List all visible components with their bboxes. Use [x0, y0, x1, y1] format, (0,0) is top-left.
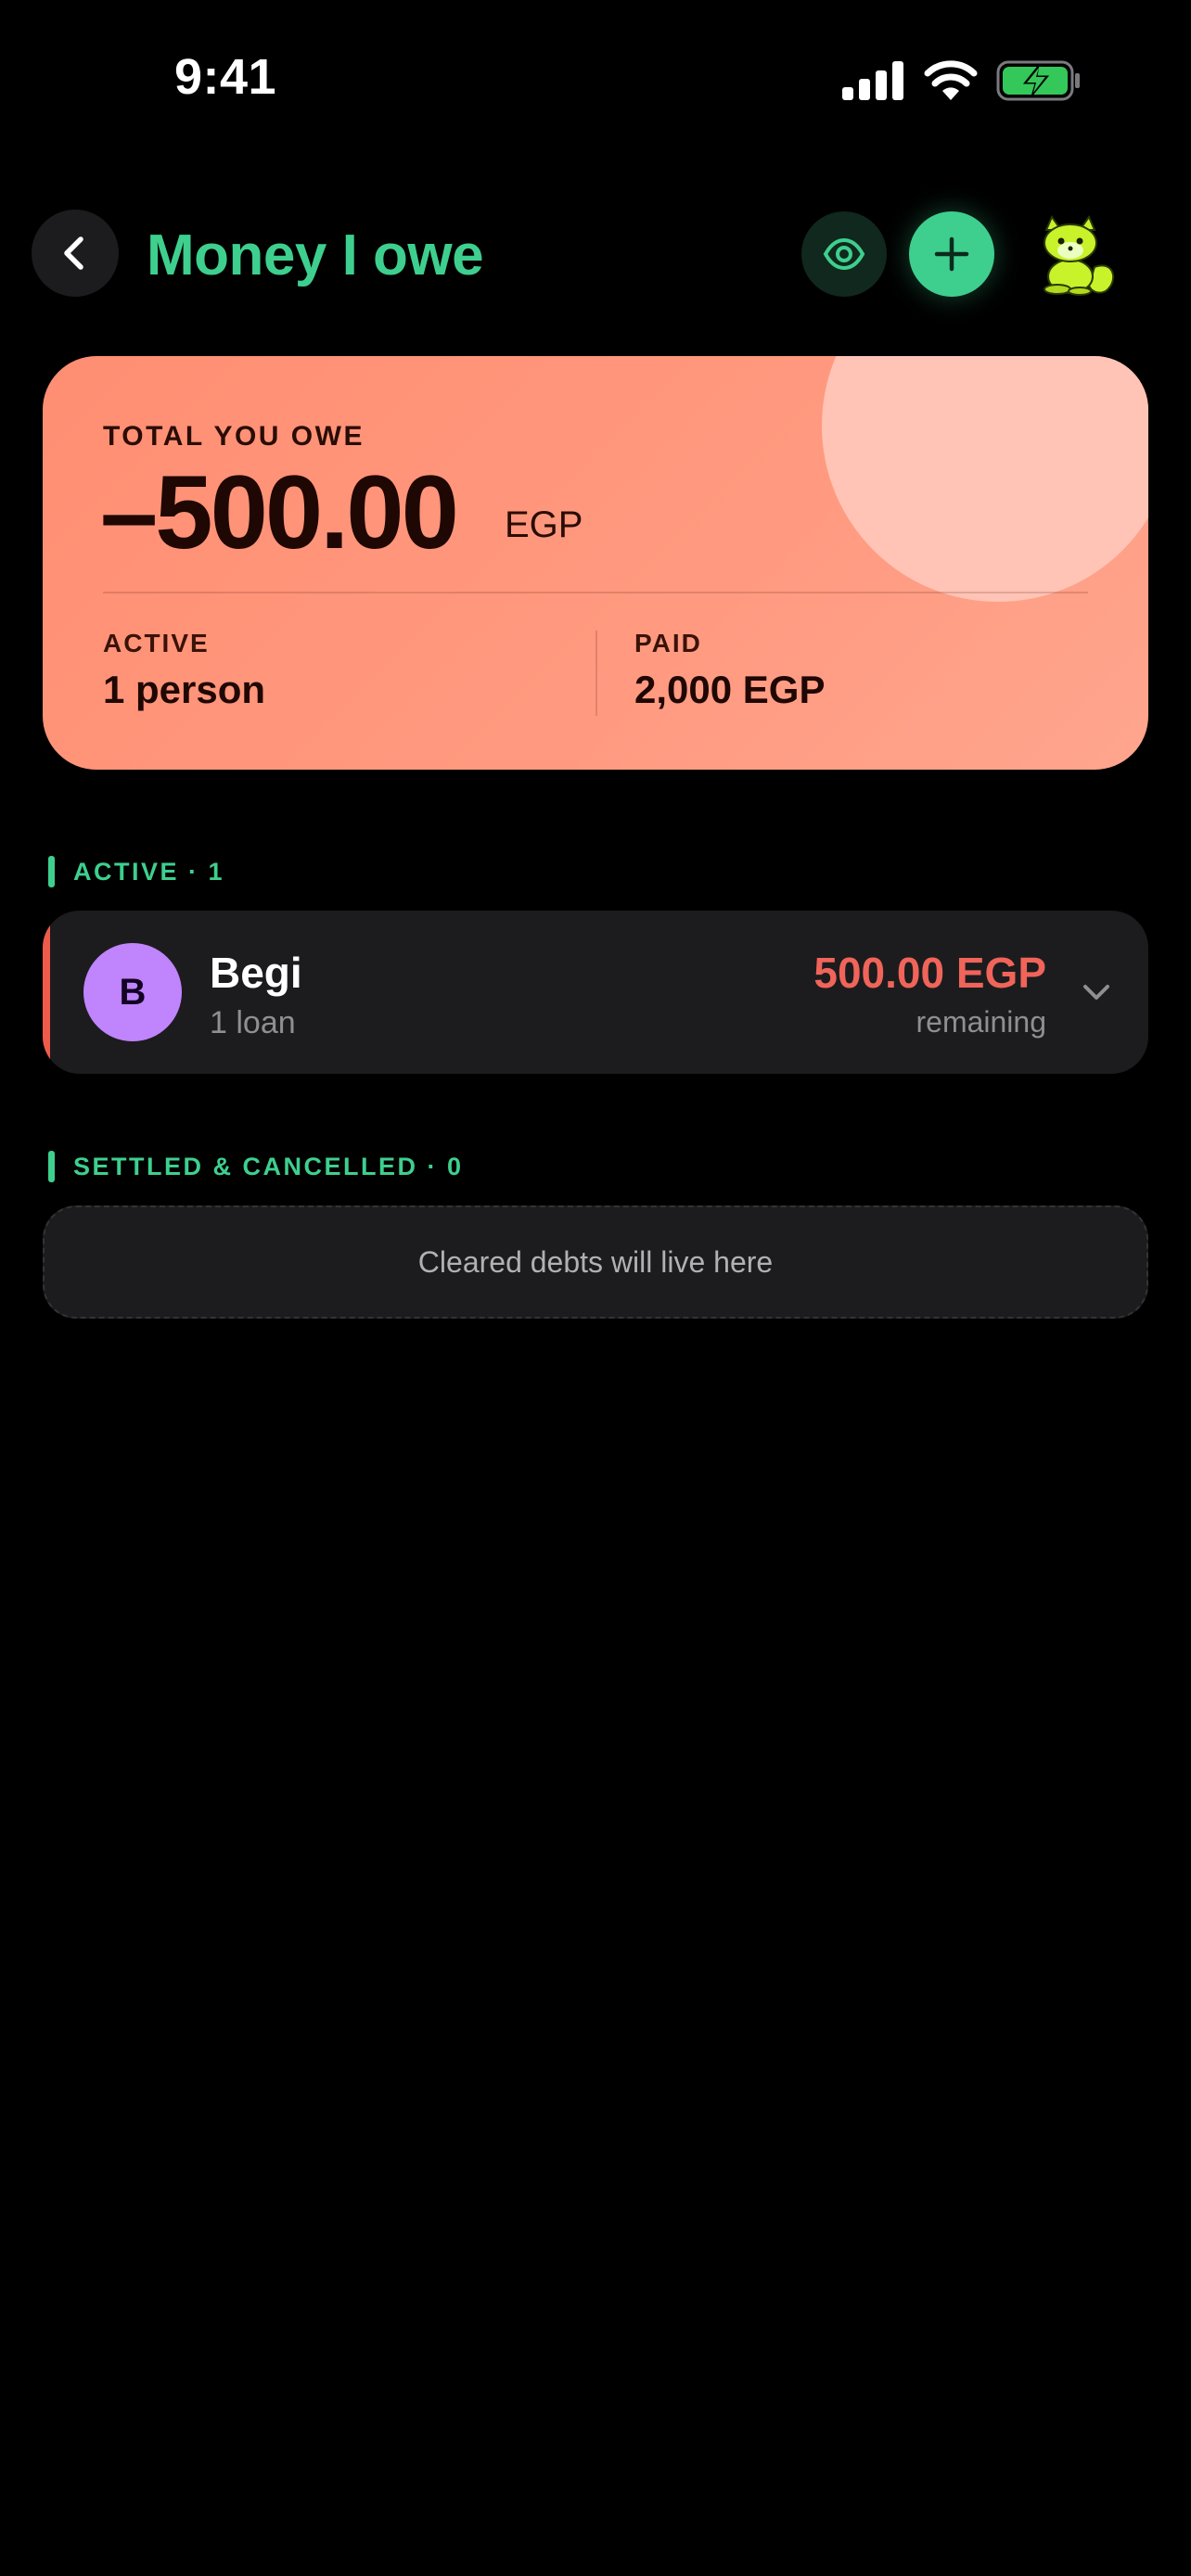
card-divider: [103, 592, 1088, 593]
section-bar: [48, 1151, 55, 1182]
loan-row[interactable]: B Begi 1 loan 500.00 EGP remaining: [43, 911, 1148, 1074]
battery-charging-icon: [996, 60, 1080, 101]
remaining-amount: 500.00 EGP: [813, 949, 1046, 997]
active-section-heading: ACTIVE · 1: [48, 855, 224, 888]
settled-section-label: SETTLED & CANCELLED · 0: [73, 1152, 464, 1180]
back-button[interactable]: [32, 210, 119, 297]
active-section-label: ACTIVE · 1: [73, 857, 225, 886]
loan-count: 1 loan: [210, 1005, 296, 1040]
total-owed-amount: –500.00: [100, 454, 459, 570]
loan-accent-bar: [43, 911, 50, 1074]
header: Money I owe: [0, 210, 1191, 299]
eye-icon: [823, 237, 865, 271]
active-stat-value: 1 person: [103, 668, 266, 711]
active-stat-label: ACTIVE: [103, 629, 210, 657]
signal-icon: [842, 61, 903, 100]
empty-state-card: Cleared debts will live here: [43, 1205, 1148, 1319]
empty-state-text: Cleared debts will live here: [417, 1244, 774, 1279]
section-bar: [48, 856, 55, 887]
wifi-icon: [924, 60, 978, 100]
plus-icon: [934, 236, 969, 272]
lender-name: Begi: [210, 949, 302, 997]
status-bar: 9:41: [0, 0, 1191, 158]
summary-label: TOTAL YOU OWE: [103, 421, 365, 452]
paid-stat-label: PAID: [634, 629, 702, 657]
paid-stat-value: 2,000 EGP: [634, 668, 826, 711]
decorative-circle: [822, 356, 1148, 602]
total-owed-currency: EGP: [505, 504, 583, 545]
chevron-down-icon[interactable]: [1080, 976, 1113, 1009]
page-title: Money I owe: [147, 223, 484, 287]
add-loan-button[interactable]: [909, 211, 994, 297]
remaining-label: remaining: [916, 1005, 1046, 1039]
screen: 9:41 Money I owe TOTAL YOU OWE –500.00 E…: [0, 0, 1191, 2576]
chevron-left-icon: [64, 236, 83, 270]
visibility-toggle-button[interactable]: [801, 211, 887, 297]
status-time: 9:41: [174, 49, 277, 105]
stat-divider: [596, 631, 597, 716]
avatar: B: [83, 943, 182, 1041]
settled-section-heading: SETTLED & CANCELLED · 0: [48, 1150, 464, 1183]
summary-card: TOTAL YOU OWE –500.00 EGP ACTIVE 1 perso…: [43, 356, 1148, 770]
fox-mascot-icon[interactable]: [1030, 211, 1122, 297]
